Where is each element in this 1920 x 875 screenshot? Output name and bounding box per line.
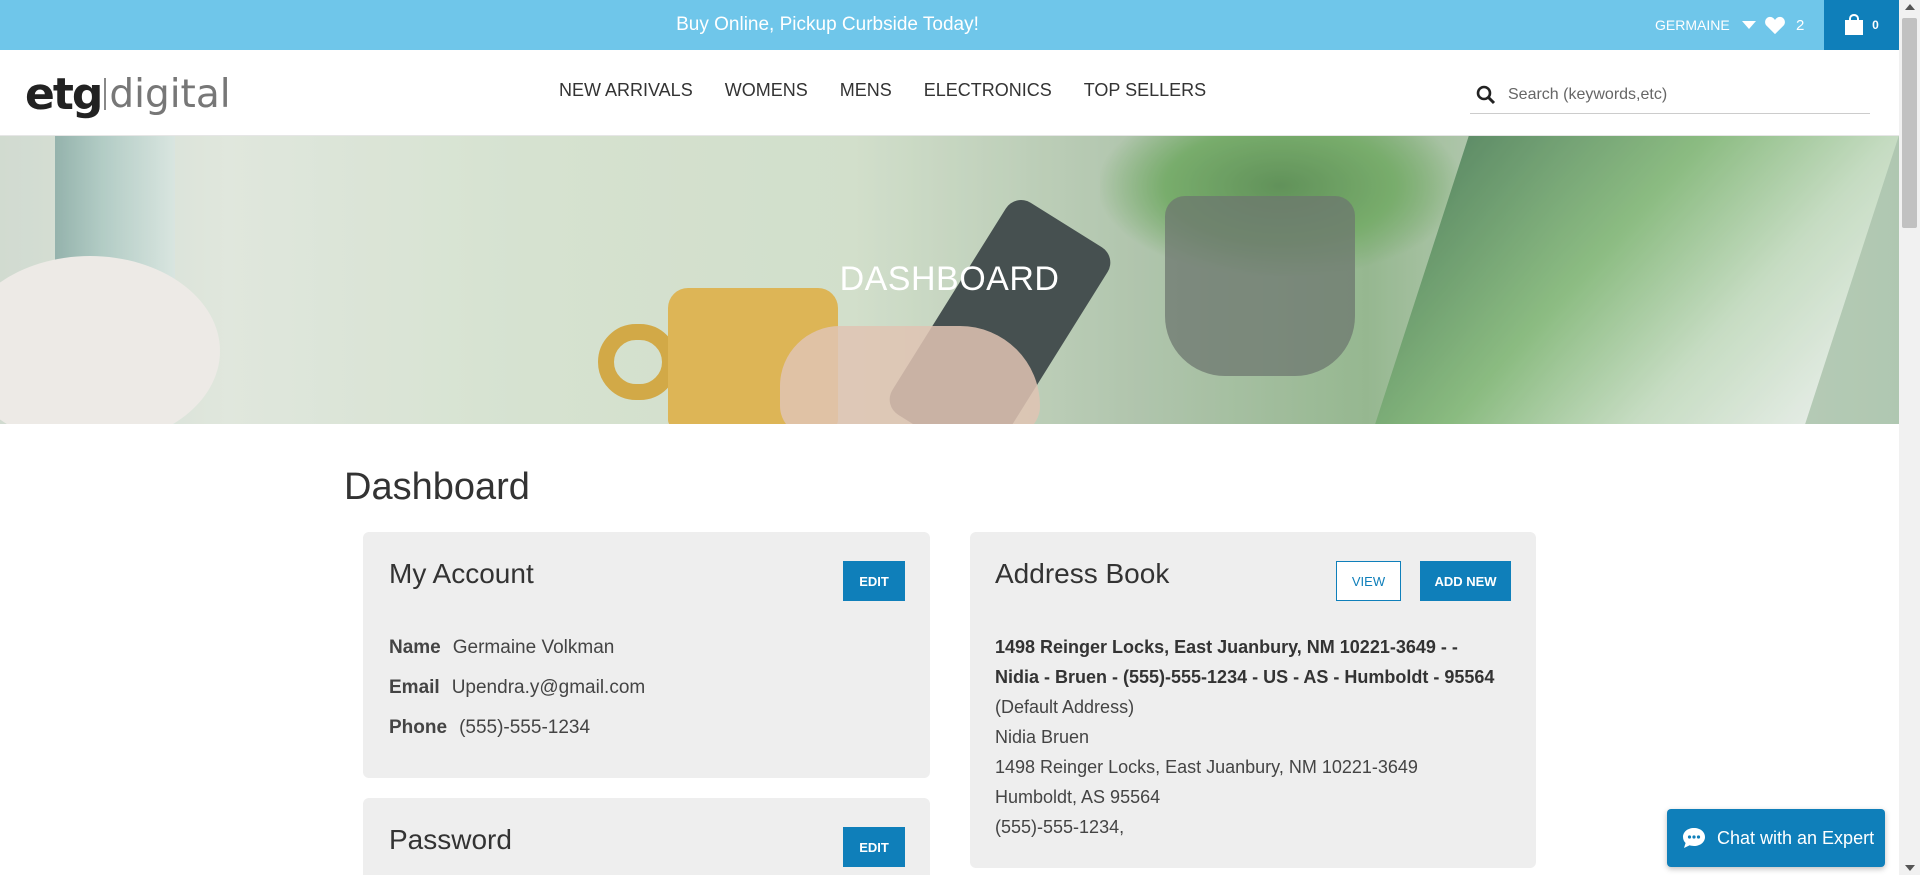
user-menu[interactable]: GERMAINE (1655, 0, 1756, 50)
password-card: Password EDIT (363, 798, 930, 875)
view-addresses-button[interactable]: VIEW (1336, 561, 1401, 601)
address-book-card: Address Book VIEW ADD NEW 1498 Reinger L… (970, 532, 1536, 868)
address-city: Humboldt, AS 95564 (995, 787, 1161, 807)
address-phone: (555)-555-1234, (995, 817, 1125, 837)
name-row: Name Germaine Volkman (389, 637, 614, 659)
wishlist-count: 2 (1796, 16, 1805, 34)
cart-button[interactable]: 0 (1824, 0, 1899, 50)
address-recipient: Nidia Bruen (995, 727, 1090, 747)
default-address-note: (Default Address) (995, 697, 1135, 717)
page-title: Dashboard (344, 466, 530, 508)
address-summary-line-1: 1498 Reinger Locks, East Juanbury, NM 10… (995, 637, 1458, 657)
edit-password-button[interactable]: EDIT (843, 827, 905, 867)
my-account-heading: My Account (389, 558, 534, 589)
email-row: Email Upendra.y@gmail.com (389, 677, 645, 699)
shopping-bag-icon (1845, 14, 1864, 35)
phone-row: Phone (555)-555-1234 (389, 717, 590, 739)
nav-top-sellers[interactable]: TOP SELLERS (1084, 80, 1206, 101)
main-nav: NEW ARRIVALS WOMENS MENS ELECTRONICS TOP… (559, 50, 1238, 130)
promo-text: Buy Online, Pickup Curbside Today! (676, 14, 979, 35)
hero-title: DASHBOARD (839, 260, 1060, 298)
logo-light-text: digital (109, 71, 231, 117)
scroll-thumb[interactable] (1902, 18, 1917, 228)
email-value: Upendra.y@gmail.com (451, 677, 646, 698)
logo[interactable]: etg digital (25, 66, 231, 122)
phone-value: (555)-555-1234 (459, 717, 591, 738)
search-icon (1476, 85, 1496, 104)
scroll-up-icon[interactable] (1905, 4, 1915, 10)
address-summary-line-2: Nidia - Bruen - (555)-555-1234 - US - AS… (995, 667, 1495, 687)
site-header: etg digital NEW ARRIVALS WOMENS MENS ELE… (0, 50, 1899, 136)
phone-label: Phone (389, 717, 448, 738)
cart-count: 0 (1872, 18, 1879, 32)
name-label: Name (389, 637, 441, 658)
address-street: 1498 Reinger Locks, East Juanbury, NM 10… (995, 757, 1418, 777)
hero-banner: DASHBOARD (0, 136, 1899, 424)
edit-account-button[interactable]: EDIT (843, 561, 905, 601)
add-address-button[interactable]: ADD NEW (1420, 561, 1511, 601)
logo-strong-text: etg (25, 68, 103, 120)
promo-bar: Buy Online, Pickup Curbside Today! GERMA… (0, 0, 1899, 50)
chevron-down-icon (1741, 21, 1756, 29)
chat-with-expert-button[interactable]: Chat with an Expert (1667, 809, 1885, 867)
name-value: Germaine Volkman (452, 637, 615, 658)
nav-new-arrivals[interactable]: NEW ARRIVALS (559, 80, 693, 101)
search-input[interactable] (1508, 85, 1848, 104)
chat-label: Chat with an Expert (1717, 827, 1875, 848)
email-label: Email (389, 677, 440, 698)
search-bar (1470, 76, 1870, 114)
chat-bubble-icon (1683, 828, 1705, 848)
heart-icon (1765, 16, 1785, 35)
nav-electronics[interactable]: ELECTRONICS (924, 80, 1052, 101)
logo-divider (104, 78, 107, 110)
address-book-heading: Address Book (995, 558, 1170, 589)
password-heading: Password (389, 824, 512, 855)
user-name: GERMAINE (1655, 17, 1730, 33)
nav-womens[interactable]: WOMENS (725, 80, 808, 101)
wishlist-link[interactable]: 2 (1764, 0, 1804, 50)
my-account-card: My Account EDIT Name Germaine Volkman Ema… (363, 532, 930, 778)
page-scrollbar[interactable] (1899, 0, 1920, 875)
nav-mens[interactable]: MENS (840, 80, 892, 101)
scroll-down-icon[interactable] (1905, 865, 1915, 871)
